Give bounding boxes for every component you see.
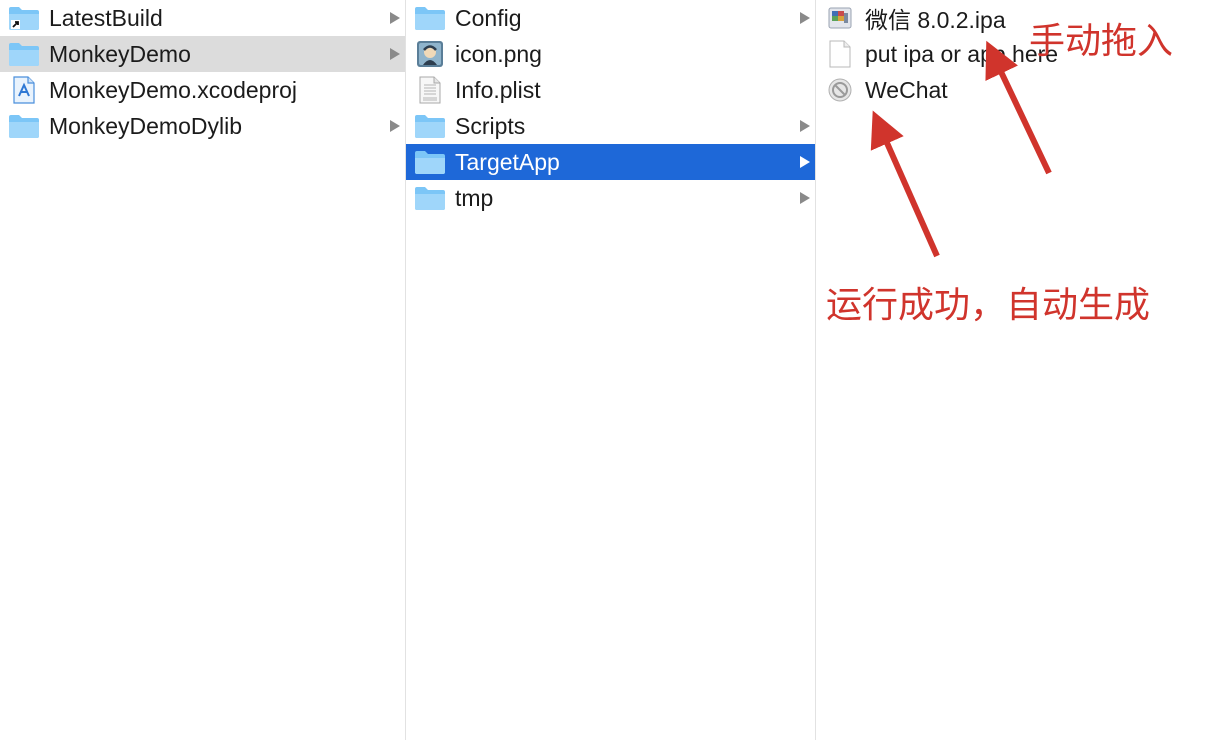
column-3: 微信 8.0.2.ipa put ipa or app here WeChat (816, 0, 1224, 740)
row-label: icon.png (455, 40, 542, 67)
finder-row-scripts[interactable]: Scripts (406, 108, 815, 144)
folder-icon (8, 40, 40, 68)
finder-row-config[interactable]: Config (406, 0, 815, 36)
folder-icon (8, 112, 40, 140)
folder-icon (414, 4, 446, 32)
finder-row-info-plist[interactable]: Info.plist (406, 72, 815, 108)
row-label: Config (455, 4, 522, 31)
finder-row-targetapp[interactable]: TargetApp (406, 144, 815, 180)
finder-row-icon-png[interactable]: icon.png (406, 36, 815, 72)
folder-icon (414, 184, 446, 212)
row-label: WeChat (865, 76, 948, 103)
disclosure-chevron-icon[interactable] (800, 120, 810, 132)
finder-row-monkeydemo[interactable]: MonkeyDemo (0, 36, 405, 72)
row-label: TargetApp (455, 148, 560, 175)
row-label: 微信 8.0.2.ipa (865, 7, 1006, 33)
xcodeproj-icon (8, 76, 40, 104)
blank-file-icon (824, 40, 856, 68)
disclosure-chevron-icon[interactable] (390, 120, 400, 132)
disclosure-chevron-icon[interactable] (800, 12, 810, 24)
finder-row-wechat-app[interactable]: WeChat (816, 72, 1224, 108)
folder-icon (414, 112, 446, 140)
ipa-archive-icon (824, 4, 856, 32)
image-file-icon (414, 40, 446, 68)
disclosure-chevron-icon[interactable] (390, 12, 400, 24)
plist-file-icon (414, 76, 446, 104)
row-label: Scripts (455, 112, 526, 139)
annotation-auto-generated: 运行成功，自动生成 (826, 285, 1151, 326)
disclosure-chevron-icon[interactable] (390, 48, 400, 60)
finder-row-xcodeproj[interactable]: MonkeyDemo.xcodeproj (0, 72, 405, 108)
prohibited-app-icon (824, 76, 856, 104)
column-2: Config icon.png Info.plist Scripts Targe… (406, 0, 816, 740)
row-label: MonkeyDemo (49, 40, 191, 67)
row-label: MonkeyDemo.xcodeproj (49, 76, 298, 103)
folder-icon (414, 148, 446, 176)
row-label: LatestBuild (49, 4, 163, 31)
folder-alias-icon (8, 4, 40, 32)
row-label: Info.plist (455, 76, 541, 103)
finder-row-monkeydemodylib[interactable]: MonkeyDemoDylib (0, 108, 405, 144)
finder-row-latestbuild[interactable]: LatestBuild (0, 0, 405, 36)
disclosure-chevron-icon[interactable] (800, 156, 810, 168)
row-label: tmp (455, 184, 494, 211)
row-label: MonkeyDemoDylib (49, 112, 243, 139)
disclosure-chevron-icon[interactable] (800, 192, 810, 204)
finder-row-tmp[interactable]: tmp (406, 180, 815, 216)
column-1: LatestBuild MonkeyDemo MonkeyDemo.xcodep… (0, 0, 406, 740)
annotation-manual-drag: 手动拖入 (1029, 21, 1174, 62)
